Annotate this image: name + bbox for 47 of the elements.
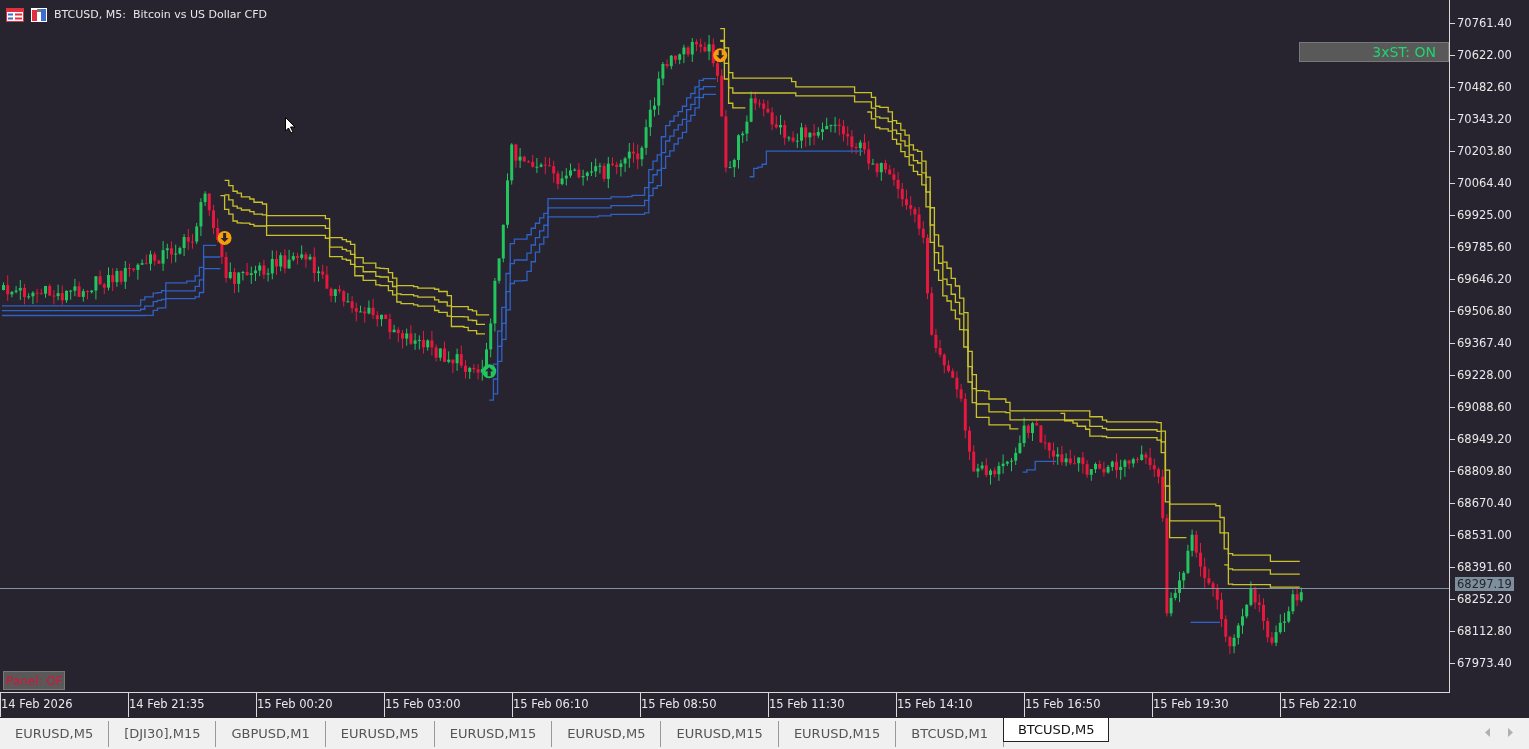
price-axis-label: 70203.80 — [1457, 144, 1512, 158]
price-axis-label: 69367.40 — [1457, 336, 1512, 350]
time-axis-label: 15 Feb 00:20 — [257, 696, 333, 714]
time-axis-label: 14 Feb 2026 — [1, 696, 73, 714]
time-axis-label: 15 Feb 16:50 — [1025, 696, 1101, 714]
time-axis-label: 15 Feb 14:10 — [897, 696, 973, 714]
chart-tab[interactable]: EURUSD,M5 — [325, 721, 435, 747]
time-axis-label: 15 Feb 06:10 — [513, 696, 589, 714]
price-axis-label: 70622.00 — [1457, 48, 1512, 62]
time-axis-label: 15 Feb 03:00 — [385, 696, 461, 714]
price-axis-label: 68949.20 — [1457, 432, 1512, 446]
price-axis-label: 69785.60 — [1457, 240, 1512, 254]
chart-tab[interactable]: BTCUSD,M5 — [1002, 718, 1110, 742]
time-axis-label: 15 Feb 22:10 — [1281, 696, 1357, 714]
time-axis-label: 14 Feb 21:35 — [129, 696, 205, 714]
chart-tab[interactable]: EURUSD,M15 — [778, 721, 897, 747]
price-axis-label: 70343.20 — [1457, 112, 1512, 126]
time-axis-label: 15 Feb 08:50 — [641, 696, 717, 714]
chart-tab[interactable]: [DJI30],M15 — [109, 721, 217, 747]
chart-tab[interactable]: GBPUSD,M1 — [216, 721, 326, 747]
price-axis-label: 70482.60 — [1457, 80, 1512, 94]
price-axis-label: 68391.60 — [1457, 560, 1512, 574]
price-axis-label: 68670.40 — [1457, 496, 1512, 510]
indicator-toggle-button[interactable]: 3xST: ON — [1299, 42, 1449, 62]
price-axis-label: 68252.20 — [1457, 592, 1512, 606]
chart-tab[interactable]: EURUSD,M5 — [552, 721, 662, 747]
table-icon[interactable] — [6, 8, 24, 23]
price-axis-label: 69925.00 — [1457, 208, 1512, 222]
price-axis-label: 67973.40 — [1457, 656, 1512, 670]
chart-tab[interactable]: EURUSD,M5 — [0, 721, 110, 747]
price-axis-label: 70064.40 — [1457, 176, 1512, 190]
chart-title: BTCUSD, M5: Bitcoin vs US Dollar CFD — [54, 7, 268, 23]
price-axis-label: 69506.80 — [1457, 304, 1512, 318]
price-axis-label: 69228.00 — [1457, 368, 1512, 382]
price-axis-label: 68809.80 — [1457, 464, 1512, 478]
price-axis-label: 69088.60 — [1457, 400, 1512, 414]
time-axis-label: 15 Feb 11:30 — [769, 696, 845, 714]
current-price-label: 68297.19 — [1455, 577, 1514, 591]
price-axis-label: 68112.80 — [1457, 624, 1512, 638]
chart-tab[interactable]: EURUSD,M15 — [434, 721, 553, 747]
chart-window-icon[interactable] — [31, 8, 47, 23]
price-axis-label: 68531.00 — [1457, 528, 1512, 542]
chart-tab[interactable]: EURUSD,M15 — [661, 721, 779, 747]
mouse-pointer-icon — [285, 117, 296, 134]
price-axis-label: 70761.40 — [1457, 16, 1512, 30]
price-axis-label: 69646.20 — [1457, 272, 1512, 286]
time-axis-label: 15 Feb 19:30 — [1153, 696, 1229, 714]
